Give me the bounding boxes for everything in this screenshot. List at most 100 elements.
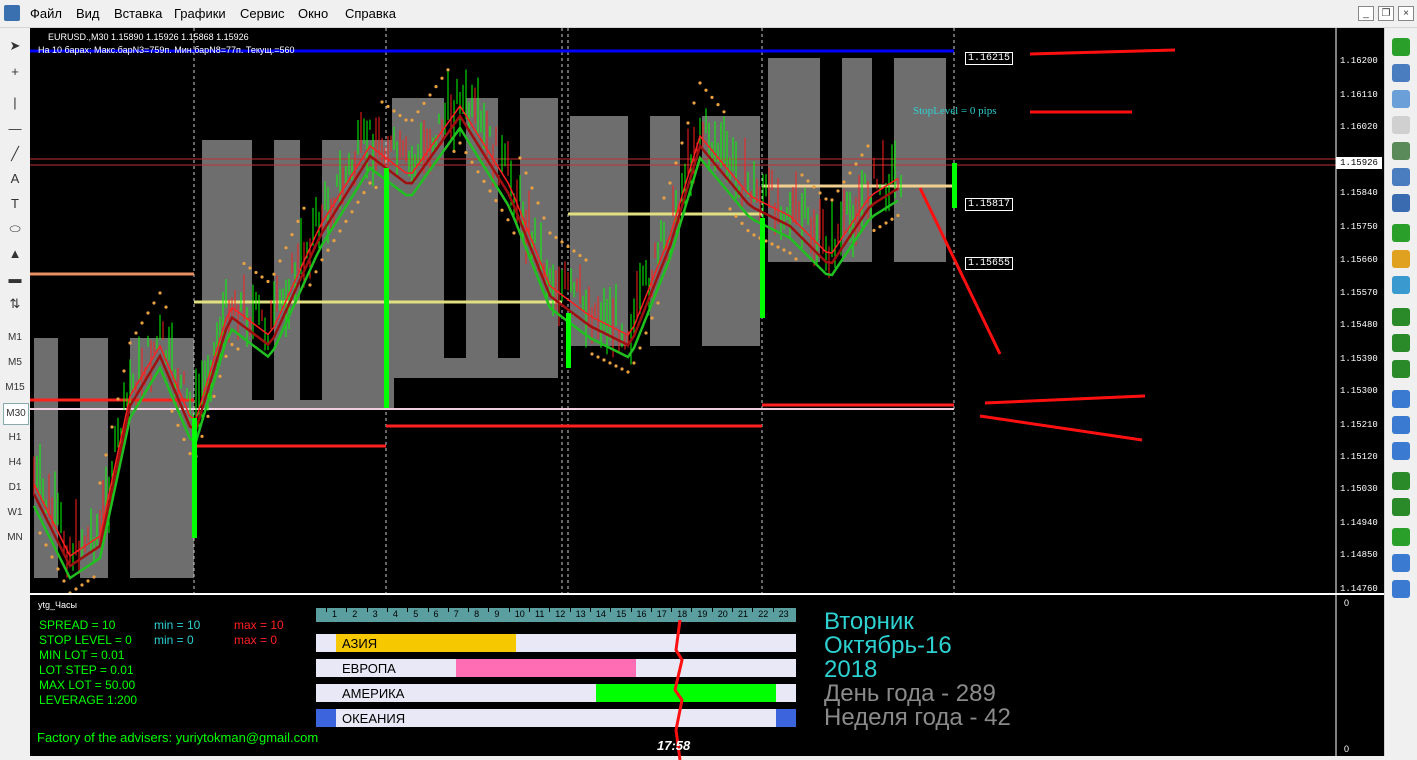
tile-windows-icon[interactable] [1392, 442, 1410, 460]
sar-dot [236, 347, 240, 351]
sar-dot [182, 437, 186, 442]
text-icon[interactable]: A [4, 169, 26, 189]
menu-tools[interactable]: Сервис [240, 6, 285, 21]
stripe [820, 58, 842, 318]
menu-help[interactable]: Справка [345, 6, 396, 21]
terminal-icon[interactable] [1392, 142, 1410, 160]
indicators-icon[interactable] [1392, 528, 1410, 546]
sar-dot [842, 180, 846, 184]
sar-dot [662, 196, 666, 200]
hour-tick: 6 [433, 609, 439, 619]
timeframe-m1[interactable]: M1 [3, 328, 27, 348]
session-america: АМЕРИКА [316, 684, 796, 702]
timeframe-m15[interactable]: M15 [3, 378, 27, 398]
sar-dot [404, 118, 408, 122]
hour-tick-mark [691, 608, 693, 612]
date-text: Октябрь-16 [824, 632, 952, 659]
sar-dot [176, 423, 180, 427]
market-watch-icon[interactable] [1392, 90, 1410, 108]
timeframe-w1[interactable]: W1 [3, 503, 27, 523]
periods-icon[interactable] [1392, 554, 1410, 572]
crosshair-icon[interactable]: + [4, 62, 26, 82]
menu-charts[interactable]: Графики [174, 6, 226, 21]
sar-dot [596, 355, 600, 359]
new-order-icon[interactable] [1392, 224, 1410, 242]
sar-dot [368, 181, 372, 185]
sar-dot [722, 110, 726, 114]
sar-dot [740, 221, 744, 225]
data-window-icon[interactable] [1392, 194, 1410, 212]
sar-dot [446, 68, 450, 72]
timeframe-h4[interactable]: H4 [3, 453, 27, 473]
text-label-icon[interactable]: T [4, 194, 26, 214]
restore-button[interactable]: ❐ [1378, 6, 1394, 21]
sar-dot [80, 583, 84, 587]
menu-file[interactable]: Файл [30, 6, 62, 21]
ellipse-icon[interactable]: ⬭ [4, 219, 26, 239]
timeframe-mn[interactable]: MN [3, 528, 27, 548]
sar-dot [782, 248, 786, 252]
zoom-in-icon[interactable] [1392, 390, 1410, 408]
cursor-icon[interactable]: ➤ [4, 36, 26, 56]
sar-dot [566, 244, 570, 249]
sar-dot [866, 144, 870, 148]
candlestick-icon[interactable] [1392, 334, 1410, 352]
close-button[interactable]: × [1398, 6, 1414, 21]
leverage-text: LEVERAGE 1:200 [39, 693, 138, 707]
minimize-button[interactable]: _ [1358, 6, 1374, 21]
hour-tick-mark [468, 608, 470, 612]
price-tick: 1.15210 [1340, 420, 1378, 430]
sar-dot [806, 179, 810, 183]
autoscroll-icon[interactable] [1392, 498, 1410, 516]
sar-dot [248, 266, 252, 270]
hour-tick: 20 [717, 609, 728, 619]
rectangle-icon[interactable]: ▬ [4, 269, 26, 289]
templates-icon[interactable] [1392, 580, 1410, 598]
line-chart-icon[interactable] [1392, 360, 1410, 378]
arrows-icon[interactable]: ⇅ [4, 294, 26, 314]
bar-chart-icon[interactable] [1392, 308, 1410, 326]
hour-tick-mark [407, 608, 409, 612]
annotation-arrow [979, 414, 1143, 442]
sar-dot [380, 100, 384, 104]
strategy-tester-icon[interactable] [1392, 168, 1410, 186]
timeframe-d1[interactable]: D1 [3, 478, 27, 498]
sar-dot [110, 425, 114, 429]
sar-dot [848, 171, 852, 175]
sar-dot [554, 235, 558, 240]
menu-insert[interactable]: Вставка [114, 6, 162, 21]
sar-dot [728, 207, 732, 211]
new-chart-icon[interactable] [1392, 38, 1410, 56]
sar-dot [578, 253, 582, 258]
hour-tick: 10 [514, 609, 525, 619]
trendline-icon[interactable]: ╱ [4, 144, 26, 164]
hour-tick-mark [488, 608, 490, 612]
menu-view[interactable]: Вид [76, 6, 100, 21]
sar-dot [698, 81, 702, 85]
hour-tick: 18 [677, 609, 688, 619]
metaeditor-icon[interactable] [1392, 250, 1410, 268]
timeframe-h1[interactable]: H1 [3, 428, 27, 448]
session-america-label: АМЕРИКА [342, 686, 405, 701]
timeframe-m30[interactable]: M30 [3, 403, 29, 425]
sar-dot [440, 76, 444, 80]
sar-dot [398, 113, 402, 118]
zoom-out-icon[interactable] [1392, 416, 1410, 434]
navigator-icon[interactable] [1392, 116, 1410, 134]
timeframe-m5[interactable]: M5 [3, 353, 27, 373]
horizontal-line-icon[interactable]: — [4, 119, 26, 139]
triangle-icon[interactable]: ▲ [4, 244, 26, 264]
chart-window[interactable]: EURUSD.,M30 1.15890 1.15926 1.15868 1.15… [30, 28, 1384, 760]
menu-window[interactable]: Окно [298, 6, 328, 21]
sar-dot [254, 270, 258, 275]
sar-dot [878, 225, 882, 229]
chart-shift-icon[interactable] [1392, 472, 1410, 490]
sar-dot [518, 156, 522, 160]
sar-dot [548, 231, 552, 235]
max-lot-text: MAX LOT = 50.00 [39, 678, 136, 692]
vertical-line-icon[interactable]: | [4, 93, 26, 113]
profiles-icon[interactable] [1392, 64, 1410, 82]
autotrading-icon[interactable] [1392, 276, 1410, 294]
sar-dot [860, 153, 864, 157]
sar-dot [506, 218, 510, 222]
